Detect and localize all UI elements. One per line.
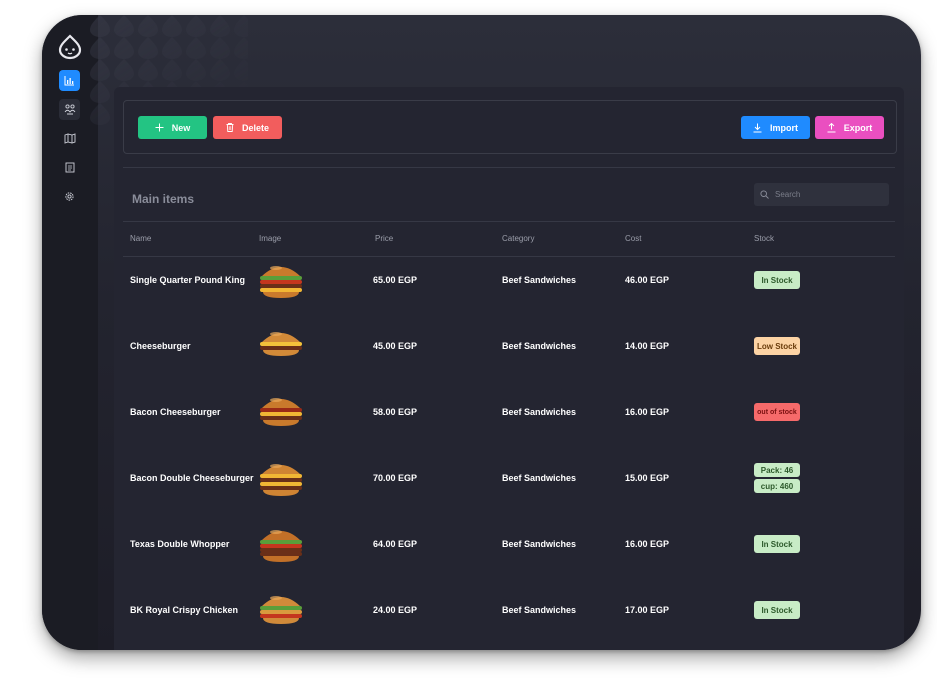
column-header-category[interactable]: Category — [502, 234, 534, 243]
burger-image — [260, 530, 302, 562]
burger-image — [260, 266, 302, 298]
gear-icon — [65, 192, 74, 201]
item-price: 45.00 EGP — [373, 341, 418, 351]
column-header-price[interactable]: Price — [375, 234, 393, 243]
item-price: 64.00 EGP — [373, 539, 418, 549]
column-header-stock[interactable]: Stock — [754, 234, 774, 243]
item-price: 70.00 EGP — [373, 473, 418, 483]
stock-badge: In Stock — [754, 535, 800, 553]
burger-image — [260, 398, 302, 426]
sidebar-item-dashboard[interactable] — [59, 70, 80, 91]
item-price: 65.00 EGP — [373, 275, 418, 285]
import-button-label: Import — [770, 122, 798, 133]
column-header-name[interactable]: Name — [130, 234, 151, 243]
item-name: BK Royal Crispy Chicken — [130, 605, 239, 615]
burger-image — [260, 332, 302, 356]
delete-button[interactable]: Delete — [213, 116, 282, 139]
column-header-image[interactable]: Image — [259, 234, 281, 243]
stock-badge: Low Stock — [754, 337, 800, 355]
export-button-label: Export — [843, 122, 873, 133]
people-icon — [64, 104, 75, 115]
sidebar-item-users[interactable] — [59, 99, 80, 120]
item-cost: 46.00 EGP — [625, 275, 670, 285]
divider — [123, 167, 895, 168]
item-name: Single Quarter Pound King — [130, 275, 246, 285]
stock-badge: out of stock — [754, 403, 800, 421]
section-title: Main items — [132, 192, 195, 206]
item-category: Beef Sandwiches — [502, 539, 577, 549]
app-window: New Delete Import Export Main items Sear… — [42, 15, 921, 650]
item-cost: 15.00 EGP — [625, 473, 670, 483]
item-category: Beef Sandwiches — [502, 341, 577, 351]
item-category: Beef Sandwiches — [502, 407, 577, 417]
export-button[interactable]: Export — [815, 116, 884, 139]
import-button[interactable]: Import — [741, 116, 810, 139]
burger-image — [260, 596, 302, 624]
search-input[interactable]: Search — [754, 183, 889, 206]
upload-icon — [827, 122, 836, 132]
burger-image — [260, 464, 302, 496]
sidebar-item-documents[interactable] — [59, 157, 80, 178]
item-cost: 14.00 EGP — [625, 341, 670, 351]
search-placeholder: Search — [775, 190, 801, 199]
item-category: Beef Sandwiches — [502, 275, 577, 285]
document-icon — [65, 162, 74, 173]
item-name: Texas Double Whopper — [130, 539, 230, 549]
divider — [123, 256, 895, 257]
content-panel — [114, 87, 904, 650]
sidebar-item-map[interactable] — [59, 128, 80, 149]
item-price: 24.00 EGP — [373, 605, 418, 615]
stock-badge: cup: 460 — [754, 479, 800, 493]
map-icon — [64, 133, 75, 144]
item-cost: 16.00 EGP — [625, 407, 670, 417]
plus-icon — [155, 123, 164, 132]
divider — [123, 221, 895, 222]
bar-chart-icon — [64, 76, 74, 86]
trash-icon — [226, 123, 234, 132]
item-cost: 16.00 EGP — [625, 539, 670, 549]
delete-button-label: Delete — [241, 122, 269, 133]
item-name: Bacon Double Cheeseburger — [130, 473, 254, 483]
sidebar-item-settings[interactable] — [59, 186, 80, 207]
new-button-label: New — [171, 122, 191, 133]
item-name: Cheeseburger — [130, 341, 191, 351]
stock-badge-group: Pack: 46 cup: 460 — [754, 463, 800, 493]
download-icon — [753, 123, 762, 132]
stock-badge: Pack: 46 — [754, 463, 800, 477]
stock-badge: In Stock — [754, 601, 800, 619]
item-price: 58.00 EGP — [373, 407, 418, 417]
search-icon — [760, 190, 769, 199]
item-name: Bacon Cheeseburger — [130, 407, 221, 417]
stock-badge: In Stock — [754, 271, 800, 289]
logo-icon — [58, 34, 82, 60]
item-category: Beef Sandwiches — [502, 605, 577, 615]
column-header-cost[interactable]: Cost — [625, 234, 641, 243]
item-cost: 17.00 EGP — [625, 605, 670, 615]
new-button[interactable]: New — [138, 116, 207, 139]
item-category: Beef Sandwiches — [502, 473, 577, 483]
